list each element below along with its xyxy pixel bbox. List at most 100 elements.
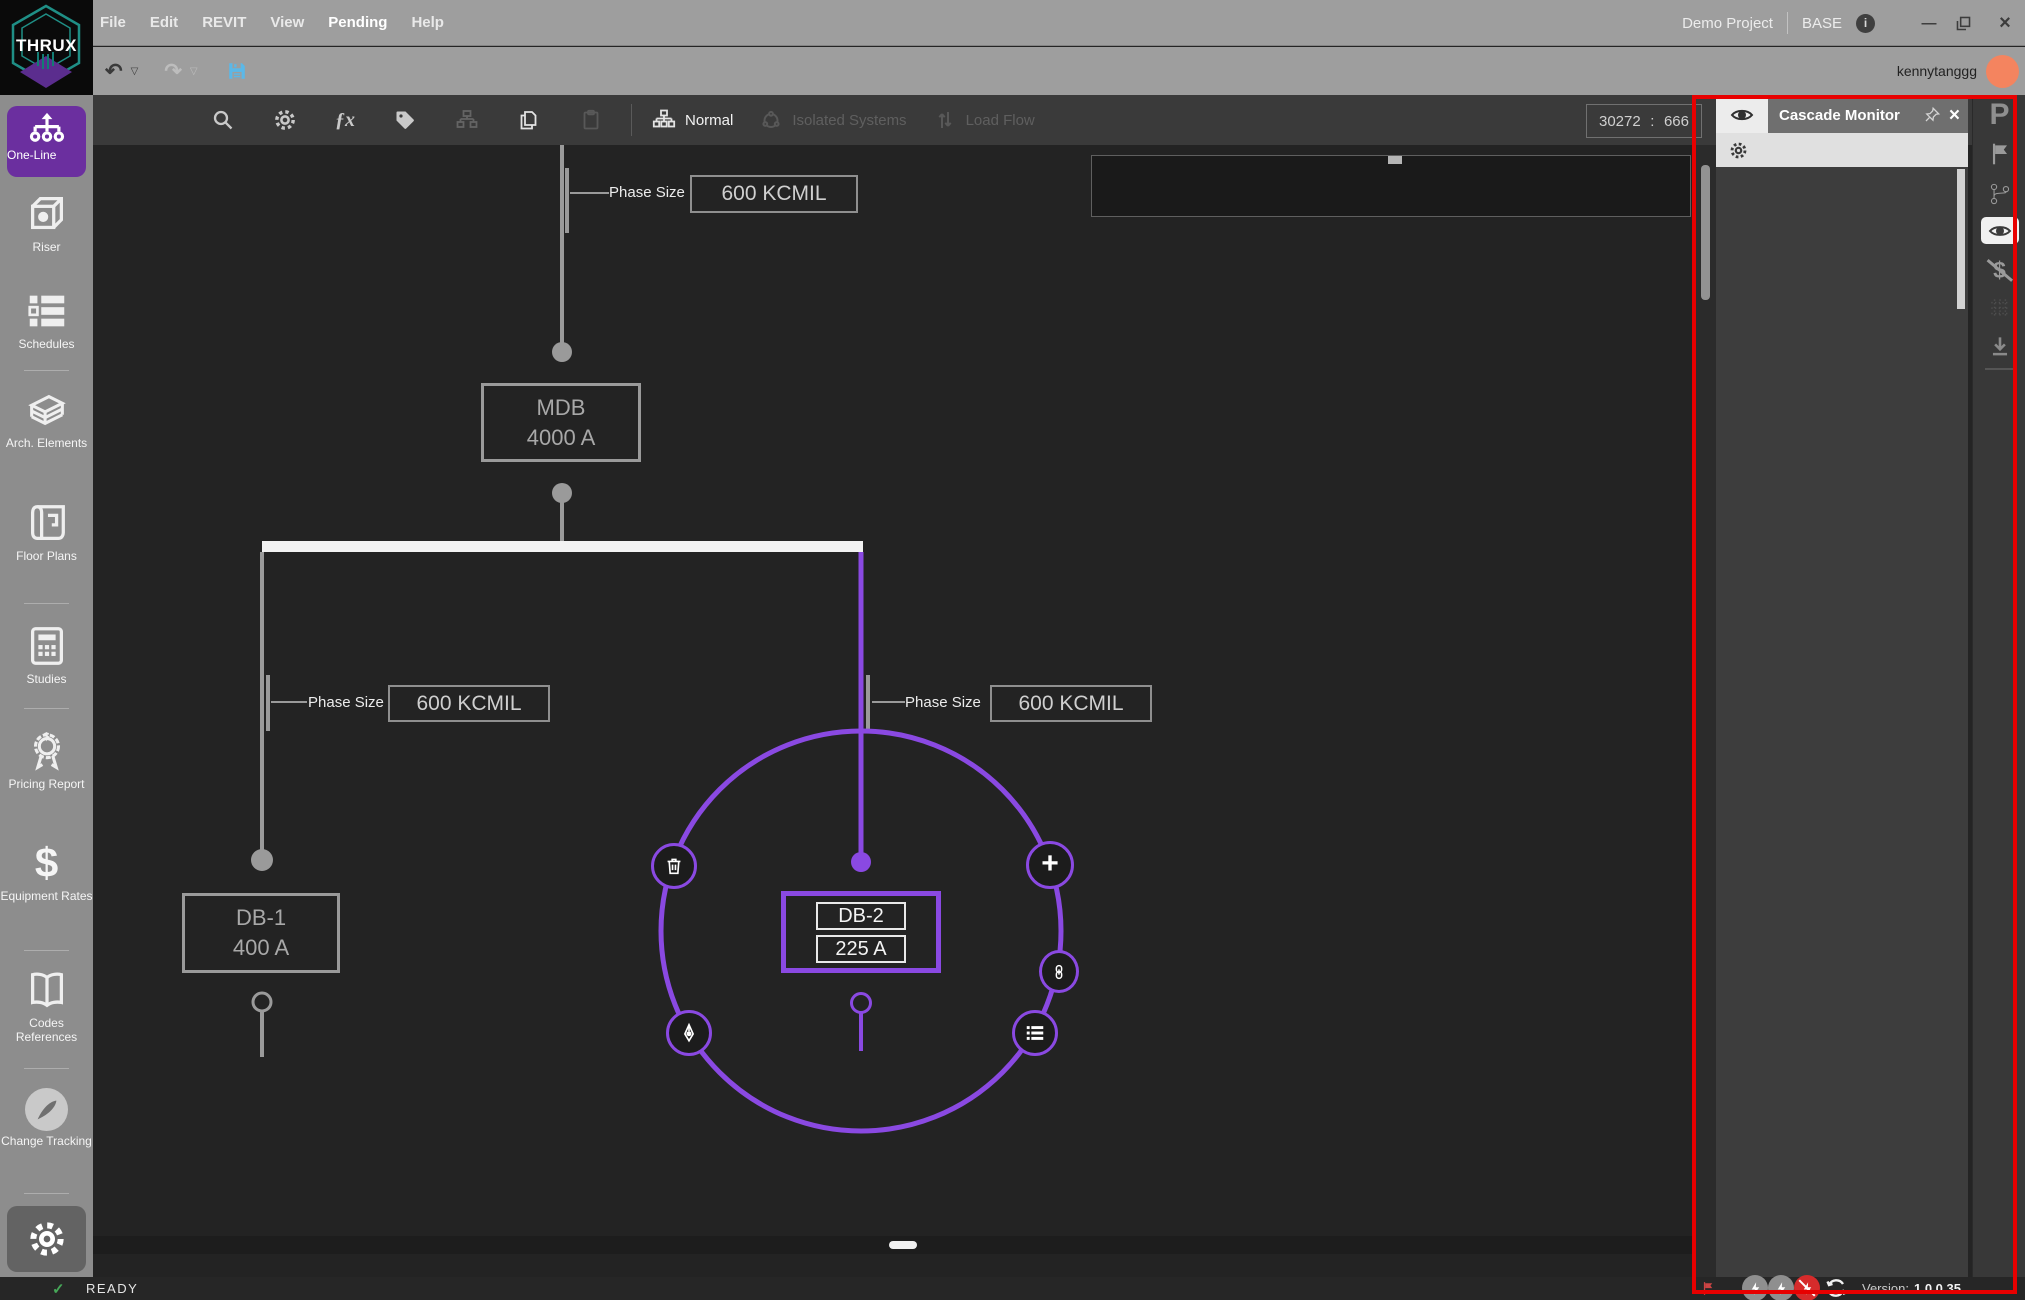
sidebar-item-riser[interactable]: Riser [0,191,93,254]
sidebar-item-schedules[interactable]: Schedules [0,288,93,351]
link-button[interactable] [1039,950,1079,993]
h-scrollbar-thumb[interactable] [889,1241,917,1249]
sidebar-item-pricing-report[interactable]: $ Pricing Report [0,728,93,791]
sidebar-item-change-tracking[interactable]: Change Tracking [0,1088,93,1148]
sidebar-item-equipment-rates[interactable]: $ Equipment Rates [0,840,93,903]
sidebar-label: Floor Plans [0,549,93,563]
menu-view[interactable]: View [270,14,304,31]
phase-size-label: Phase Size [308,694,384,711]
sidebar-item-arch-elements[interactable]: Arch. Elements [0,387,93,450]
pin-icon[interactable] [1923,106,1941,124]
sidebar-divider [24,603,69,604]
redo-dropdown-icon[interactable]: ▽ [190,66,198,77]
download-tool[interactable] [1973,331,2025,361]
flag-status-icon[interactable] [1700,1280,1717,1297]
coordinate-box[interactable]: 30272 : 666 [1586,104,1702,138]
undo-icon[interactable]: ↶ [105,61,123,82]
floor-plan-icon [24,500,70,546]
coordinate-separator: : [1650,113,1654,130]
hierarchy-icon[interactable] [455,108,479,132]
canvas-h-scrollbar[interactable] [93,1236,1694,1254]
trash-icon [663,855,685,877]
mode-load-flow-label: Load Flow [966,112,1035,129]
one-line-canvas[interactable]: Phase Size 600 KCMIL MDB 4000 A Phase Si… [93,145,1694,1277]
cost-toggle-tool[interactable]: $ [1973,255,2025,285]
minimize-button[interactable]: — [1917,15,1941,32]
menu-pending[interactable]: Pending [328,14,387,31]
menu-file[interactable]: File [100,14,126,31]
branch-tool[interactable] [1973,179,2025,209]
canvas-v-scrollbar[interactable] [1695,145,1716,1277]
sidebar-divider [24,708,69,709]
redo-icon[interactable]: ↷ [164,61,182,82]
paste-icon[interactable] [579,108,603,132]
delete-button[interactable] [651,843,697,889]
properties-button[interactable] [1012,1010,1058,1056]
minimap-handle[interactable] [1388,156,1402,164]
menu-bar: File Edit REVIT View Pending Help Demo P… [0,0,2025,46]
settings-gear-icon [27,1219,67,1259]
node-mdb[interactable]: MDB 4000 A [481,383,641,462]
panel-settings-row[interactable] [1716,133,1968,167]
tool-strip-divider [1985,368,2015,370]
sidebar-item-floor-plans[interactable]: Floor Plans [0,500,93,563]
sidebar-item-codes-references[interactable]: Codes References [0,967,93,1044]
phase-size-value[interactable]: 600 KCMIL [990,685,1152,722]
function-icon[interactable]: ƒx [335,109,355,132]
info-icon[interactable]: i [1856,14,1875,33]
restore-icon[interactable] [1955,15,1979,32]
power-error-icon[interactable] [1794,1275,1820,1300]
titlebar-separator [1787,12,1788,34]
grid-tool[interactable] [1973,292,2025,322]
download-icon [1987,333,2013,359]
titlebar-right: Demo Project BASE i — × [1682,0,2017,46]
coordinate-x: 30272 [1599,113,1641,130]
panel-tab[interactable]: Cascade Monitor × [1768,97,1968,133]
tag-icon[interactable] [393,108,417,132]
link-icon [1050,963,1068,981]
panel-close-button[interactable]: × [1949,106,1960,125]
node-db1[interactable]: DB-1 400 A [182,893,340,973]
power-status-icon-1[interactable] [1742,1275,1768,1300]
phase-size-value[interactable]: 600 KCMIL [388,685,550,722]
phase-size-value[interactable]: 600 KCMIL [690,175,858,213]
sidebar-item-one-line[interactable]: One-Line [7,106,86,177]
mode-load-flow[interactable]: Load Flow [933,108,1035,132]
sidebar-item-studies[interactable]: Studies [0,623,93,686]
sidebar-label: Codes References [0,1016,93,1044]
visibility-toggle[interactable] [1716,97,1768,133]
close-button[interactable]: × [1993,12,2017,35]
menu-help[interactable]: Help [411,14,444,31]
user-avatar[interactable] [1986,55,2019,88]
panel-title: Cascade Monitor [1779,107,1915,124]
save-icon[interactable] [226,60,248,82]
node-name-field[interactable]: DB-2 [816,902,906,930]
settings-button[interactable] [7,1206,86,1272]
menu-edit[interactable]: Edit [150,14,178,31]
sidebar-label: Equipment Rates [0,889,93,903]
node-name: DB-1 [185,905,337,931]
flag-tool[interactable] [1973,139,2025,169]
v-scrollbar-thumb[interactable] [1701,165,1710,300]
copy-icon[interactable] [517,108,541,132]
undo-dropdown-icon[interactable]: ▽ [131,66,139,77]
quick-access-bar: ↶ ▽ ↷ ▽ kennytanggg [0,47,2025,95]
mode-isolated-systems[interactable]: Isolated Systems [759,108,906,132]
mode-normal[interactable]: Normal [652,108,733,132]
power-status-icon-2[interactable] [1768,1275,1794,1300]
node-rating-field[interactable]: 225 A [816,935,906,963]
username-label[interactable]: kennytanggg [1897,63,1977,79]
add-button[interactable]: + [1026,841,1074,889]
parameters-tool[interactable]: P [1973,97,2025,133]
menu-revit[interactable]: REVIT [202,14,246,31]
panel-scrollbar-thumb[interactable] [1957,169,1965,309]
right-tool-strip: P $ [1972,95,2025,1277]
check-icon: ✓ [52,1280,65,1298]
sync-icon[interactable] [1824,1276,1848,1300]
visibility-tool-active[interactable] [1981,217,2019,244]
node-db2-selected[interactable]: DB-2 225 A [781,891,941,973]
minimap-panel[interactable] [1091,155,1691,217]
gear-icon[interactable] [273,108,297,132]
edit-button[interactable] [666,1010,712,1056]
search-icon[interactable] [211,108,235,132]
